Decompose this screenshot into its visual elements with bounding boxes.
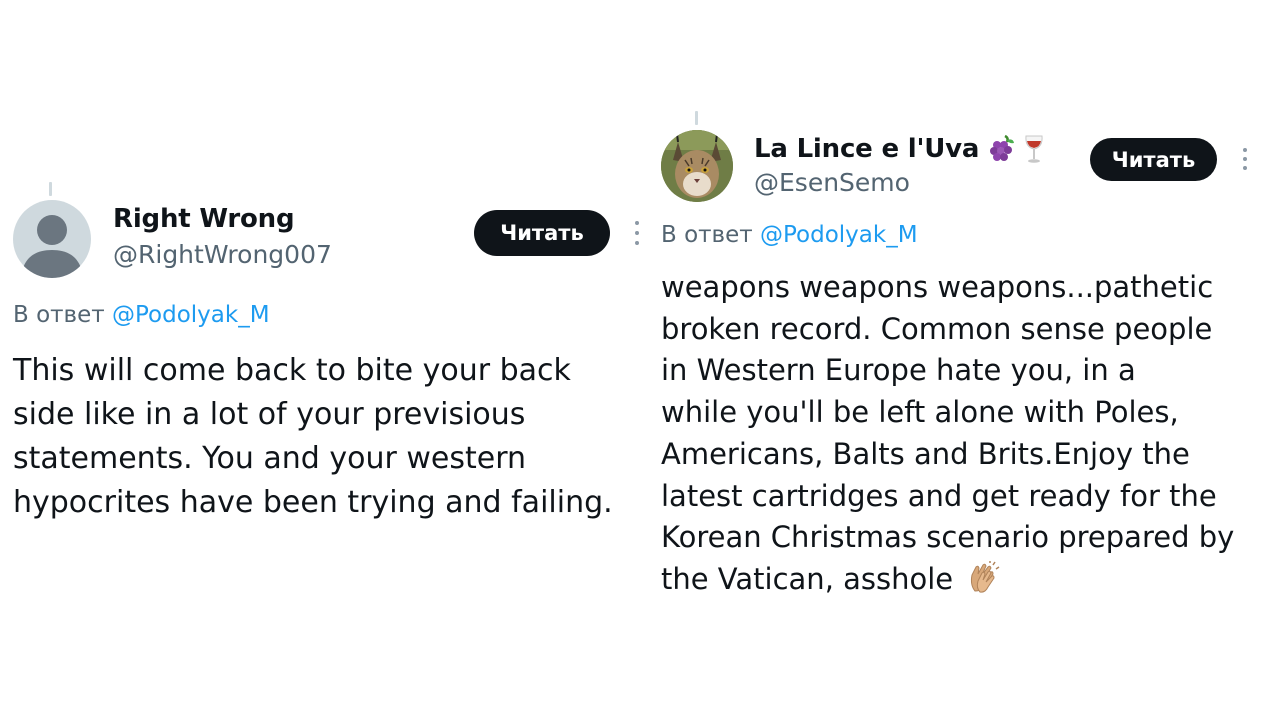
more-options-icon[interactable] — [634, 221, 640, 245]
more-options-icon[interactable] — [1242, 148, 1248, 170]
reply-mention-link[interactable]: @Podolyak_M — [760, 222, 918, 248]
thread-connector-line — [695, 111, 698, 125]
lynx-photo-icon — [661, 130, 733, 202]
tweet-text-line: weapons weapons weapons...pathetic — [661, 270, 1214, 304]
tweet-text-line-last: the Vatican, asshole — [661, 559, 1234, 601]
tweet-body: weapons weapons weapons...pathetic broke… — [661, 267, 1234, 601]
reply-mention-link[interactable]: @Podolyak_M — [112, 302, 270, 328]
reply-context: В ответ @Podolyak_M — [13, 302, 270, 328]
reply-prefix: В ответ — [661, 222, 753, 248]
tweet-body: This will come back to bite your back si… — [13, 350, 613, 524]
default-profile-icon — [21, 215, 83, 278]
thread-connector-line — [49, 182, 52, 196]
display-name[interactable]: Right Wrong — [113, 204, 295, 234]
tweet-text-line: Korean Christmas scenario prepared by — [661, 520, 1235, 555]
follow-button[interactable]: Читать — [1090, 138, 1217, 181]
tweet-text-line: hypocrites have been trying and failing. — [13, 485, 613, 520]
tweet-text-line: This will come back to bite your back — [13, 353, 571, 388]
tweet-text-line: statements. You and your western — [13, 441, 527, 476]
display-name-row[interactable]: La Lince e l'Uva — [754, 134, 1047, 164]
tweet-text-line: Americans, Balts and Brits.Enjoy the — [661, 436, 1190, 471]
avatar-default[interactable] — [13, 200, 91, 278]
tweet-text-line: broken record. Common sense people — [661, 311, 1213, 346]
grapes-emoji — [990, 134, 1015, 161]
tweet-text-line: latest cartridges and get ready for the — [661, 478, 1217, 513]
clapping-hands-emoji — [971, 560, 1000, 593]
tweet-text-line: in Western Europe hate you, in a — [661, 353, 1136, 388]
wine-glass-emoji — [1025, 135, 1043, 163]
tweet-text-line: while you'll be left alone with Poles, — [661, 395, 1179, 430]
user-handle[interactable]: @EsenSemo — [754, 168, 910, 197]
reply-prefix: В ответ — [13, 302, 105, 328]
tweet-text-segment: the Vatican, asshole — [661, 561, 954, 596]
tweet-text-line: side like in a lot of your previsious — [13, 397, 526, 432]
user-handle[interactable]: @RightWrong007 — [113, 240, 332, 269]
avatar-lynx[interactable] — [661, 130, 733, 202]
reply-context: В ответ @Podolyak_M — [661, 222, 918, 248]
display-name[interactable]: La Lince e l'Uva — [754, 134, 979, 164]
follow-button[interactable]: Читать — [474, 210, 610, 256]
